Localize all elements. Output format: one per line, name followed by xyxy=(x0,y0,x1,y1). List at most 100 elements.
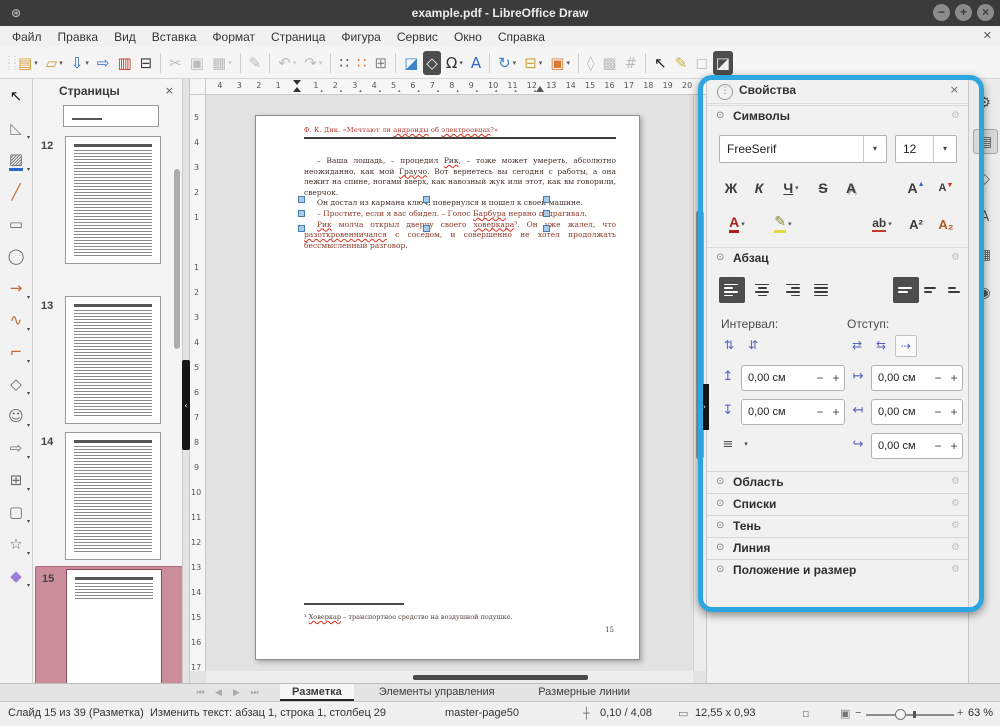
collapse-icon[interactable]: ⊙ xyxy=(716,252,724,263)
fill-color-button[interactable]: ▨▾ xyxy=(1,145,31,175)
layer-tab-controls[interactable]: Элементы управления xyxy=(367,684,507,701)
font-name-dropdown-icon[interactable]: ▾ xyxy=(863,136,886,162)
3d-objects-button[interactable]: ◆▾ xyxy=(1,561,31,591)
document-body[interactable]: – Ваша лошадь, – процедил Рик, – тоже мо… xyxy=(304,156,616,251)
more-options-icon[interactable]: ⚙ xyxy=(951,564,960,575)
line-color-button[interactable]: ◺▾ xyxy=(1,113,31,143)
section-area[interactable]: ⊙Область⚙ xyxy=(707,471,968,493)
selection-handle[interactable] xyxy=(543,210,550,217)
new-document-button[interactable]: ▤▾ xyxy=(15,51,41,75)
selection-handle[interactable] xyxy=(543,225,550,232)
italic-button[interactable]: К xyxy=(747,175,771,201)
pages-collapse-handle[interactable]: ‹ xyxy=(182,360,190,450)
section-paragraph[interactable]: ⊙ Абзац ⚙ xyxy=(707,247,968,270)
connectors-button[interactable]: ⌐▾ xyxy=(1,337,31,367)
superscript-button[interactable]: A² xyxy=(903,211,929,237)
decrease-indent-icon[interactable]: ⇆ xyxy=(871,335,891,355)
shrink-font-button[interactable]: A▼ xyxy=(933,175,959,201)
font-size-combo[interactable]: 12 ▾ xyxy=(895,135,957,163)
select-tool-button[interactable]: ↖ xyxy=(1,81,31,111)
export-button[interactable]: ⇨ xyxy=(94,51,113,75)
menu-window[interactable]: Окно xyxy=(446,28,490,46)
block-arrows-button[interactable]: ⇨▾ xyxy=(1,433,31,463)
zoom-slider-track[interactable] xyxy=(866,714,954,716)
dropdown-icon[interactable]: ▾ xyxy=(27,582,30,589)
snap-to-grid-button[interactable]: ∷ xyxy=(354,51,370,75)
pages-panel-close-icon[interactable]: × xyxy=(165,79,174,103)
arrange-button[interactable]: ▣▾ xyxy=(547,51,573,75)
menu-edit[interactable]: Правка xyxy=(50,28,107,46)
first-layer-icon[interactable]: ⏮ xyxy=(192,685,209,701)
more-options-icon[interactable]: ⚙ xyxy=(951,520,960,531)
line-spacing-dropdown-icon[interactable]: ▾ xyxy=(737,440,755,448)
display-grid-button[interactable]: ∷ xyxy=(336,51,352,75)
increment-button[interactable]: + xyxy=(946,405,962,419)
dropdown-icon[interactable]: ▾ xyxy=(27,486,30,493)
menu-tools[interactable]: Сервис xyxy=(389,28,446,46)
fontwork-button[interactable]: A xyxy=(468,51,484,75)
bold-button[interactable]: Ж xyxy=(719,175,743,201)
horizontal-scrollbar-thumb[interactable] xyxy=(413,675,588,680)
toolbar-grip[interactable]: ⋮⋮⋮⋮ xyxy=(5,56,11,70)
font-size-value[interactable]: 12 xyxy=(896,136,933,162)
decrement-button[interactable]: − xyxy=(812,371,828,385)
lines-and-arrows-button[interactable]: →▾ xyxy=(1,273,31,303)
grow-font-button[interactable]: A▲ xyxy=(903,175,929,201)
insert-line-button[interactable]: ╱ xyxy=(1,177,31,207)
page-thumbnail-14[interactable]: 14 xyxy=(35,430,181,562)
horizontal-ruler[interactable]: 543211▴2▴3▴4▴5▴6▴7▴8▴9▴10▴11▴12▴13141516… xyxy=(206,79,706,95)
collapse-icon[interactable]: ⊙ xyxy=(716,110,724,121)
tab-gallery[interactable]: ▦ xyxy=(973,243,996,266)
master-page-name[interactable]: master-page50 xyxy=(445,707,519,719)
indent-marker-bottom[interactable] xyxy=(293,87,301,92)
zoom-out-icon[interactable]: − xyxy=(855,707,861,719)
spacing-preset-1-icon[interactable]: ⇅ xyxy=(719,335,739,355)
dropdown-icon[interactable]: ▾ xyxy=(27,550,30,557)
selection-handle[interactable] xyxy=(298,210,305,217)
minimize-button[interactable]: − xyxy=(933,4,950,21)
increment-button[interactable]: + xyxy=(946,439,962,453)
pages-splitter[interactable]: ‹ xyxy=(183,79,190,683)
toggle-shadow-button[interactable]: A xyxy=(839,175,863,201)
dropdown-icon[interactable]: ▾ xyxy=(319,59,323,67)
dropdown-icon[interactable]: ▾ xyxy=(27,294,30,301)
expand-icon[interactable]: ⊙ xyxy=(716,476,724,487)
zoom-level[interactable]: 63 % xyxy=(968,707,993,719)
document-paragraph[interactable]: – Ваша лошадь, – процедил Рик, – тоже мо… xyxy=(304,156,616,198)
vertical-ruler[interactable]: 543211234567891011121314151617 xyxy=(190,95,206,671)
menu-file[interactable]: Файл xyxy=(4,28,50,46)
curves-and-polygons-button[interactable]: ∿▾ xyxy=(1,305,31,335)
close-button[interactable]: × xyxy=(977,4,994,21)
dropdown-icon[interactable]: ▾ xyxy=(228,59,232,67)
highlight-color-button[interactable]: ✎▾ xyxy=(765,211,801,237)
rectangle-button[interactable]: ▭ xyxy=(1,209,31,239)
next-layer-icon[interactable]: ▶ xyxy=(228,685,245,701)
layer-tab-layout[interactable]: Разметка xyxy=(280,684,354,701)
expand-icon[interactable]: ⊙ xyxy=(716,520,724,531)
helplines-while-moving-button[interactable]: ⊞ xyxy=(372,51,391,75)
menu-help[interactable]: Справка xyxy=(490,28,553,46)
selection-handle[interactable] xyxy=(543,196,550,203)
expand-icon[interactable]: ⊙ xyxy=(716,564,724,575)
menu-shape[interactable]: Фигура xyxy=(333,28,388,46)
indent-marker-top[interactable] xyxy=(293,80,301,85)
dropdown-icon[interactable]: ▾ xyxy=(566,59,570,67)
basic-shapes-button[interactable]: ◇▾ xyxy=(1,369,31,399)
font-size-dropdown-icon[interactable]: ▾ xyxy=(933,136,956,162)
zoom-in-icon[interactable]: + xyxy=(957,707,963,719)
align-objects-button[interactable]: ⊟▾ xyxy=(521,51,545,75)
more-options-icon[interactable]: ⚙ xyxy=(951,476,960,487)
strikethrough-button[interactable]: S xyxy=(811,175,835,201)
switch-indent-icon[interactable]: ⇢ xyxy=(895,335,917,357)
document-paragraph[interactable]: Он достал из кармана ключ, повернулся и … xyxy=(304,198,616,209)
selection-handle[interactable] xyxy=(423,196,430,203)
zoom-slider-thumb[interactable] xyxy=(895,709,906,720)
increment-button[interactable]: + xyxy=(946,371,962,385)
stars-and-banners-button[interactable]: ☆▾ xyxy=(1,529,31,559)
increase-indent-icon[interactable]: ⇄ xyxy=(847,335,867,355)
tab-navigator[interactable]: ◉ xyxy=(973,281,996,304)
section-position-size[interactable]: ⊙Положение и размер⚙ xyxy=(707,559,968,581)
align-vcenter-button[interactable] xyxy=(921,277,943,303)
show-draw-functions-button[interactable]: ✎ xyxy=(672,51,691,75)
character-spacing-button[interactable]: ab▾ xyxy=(865,211,899,237)
